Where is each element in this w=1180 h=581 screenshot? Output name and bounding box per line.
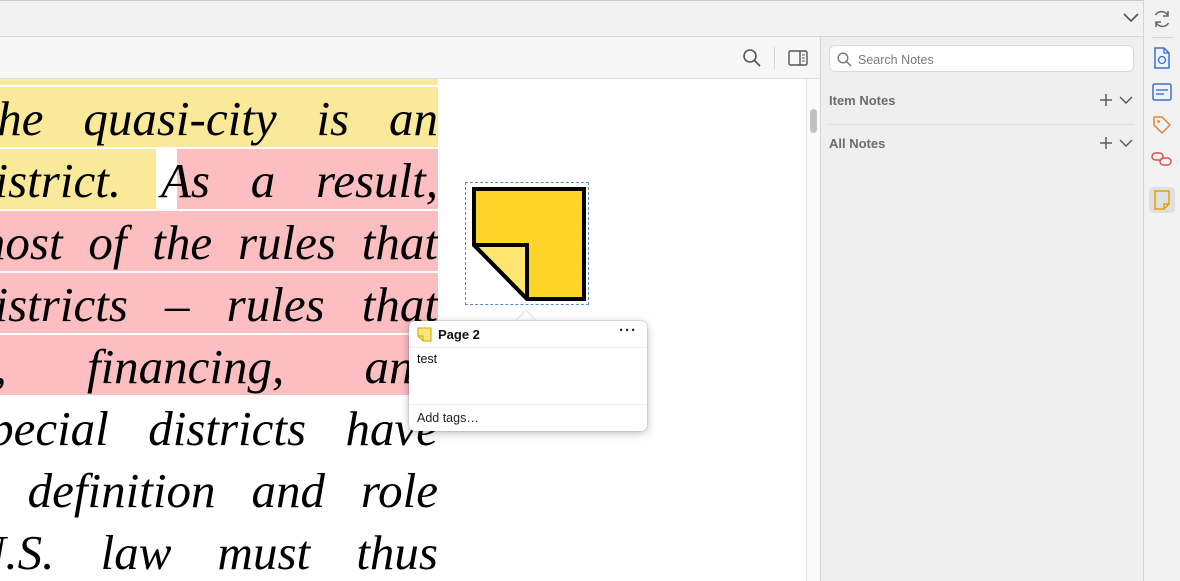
pdf-view[interactable]: The quasi-city is an district. As a resu… <box>0 79 806 581</box>
find-button[interactable] <box>739 46 765 70</box>
page-text-line: U.S. law must thus <box>0 525 438 580</box>
page-text-line: The quasi-city is an <box>0 91 438 146</box>
search-icon <box>743 49 761 67</box>
tags-button[interactable] <box>1149 112 1175 138</box>
window-edge <box>0 0 1143 1</box>
abstract-icon <box>1152 83 1172 101</box>
tab-bar <box>0 0 1143 37</box>
note-annotation[interactable] <box>465 182 589 305</box>
popup-page-label: Page 2 <box>438 327 480 342</box>
related-button[interactable] <box>1149 146 1175 172</box>
vertical-scrollbar[interactable] <box>806 79 820 581</box>
add-note-icon[interactable] <box>1097 91 1115 109</box>
popup-footer: Add tags… <box>409 404 647 432</box>
add-tags-link[interactable]: Add tags… <box>417 411 479 425</box>
section-divider <box>829 124 1134 125</box>
annotation-popup: Page 2 ··· test Add tags… <box>409 321 647 431</box>
search-notes-input[interactable] <box>856 50 1130 70</box>
yellow-highlight[interactable] <box>0 79 438 85</box>
info-icon <box>1154 47 1170 69</box>
sticky-note-icon <box>472 187 586 301</box>
abstract-button[interactable] <box>1149 79 1175 105</box>
popup-header: Page 2 ··· <box>409 321 647 348</box>
page-text-line: special districts have <box>0 401 438 456</box>
related-icon <box>1151 152 1172 166</box>
notes-pane: Item Notes All Notes <box>820 37 1143 581</box>
search-icon <box>837 52 852 67</box>
page-text-line: n, financing, and <box>0 339 438 394</box>
notes-button[interactable] <box>1149 187 1175 213</box>
toolbar-divider <box>774 47 775 69</box>
page-text-line: most of the rules that <box>0 215 438 270</box>
toggle-context-pane-button[interactable] <box>785 46 811 70</box>
scrollbar-thumb[interactable] <box>810 109 817 133</box>
sync-icon <box>1154 10 1170 28</box>
page-text-line: e definition and role <box>0 463 438 518</box>
note-comment-text[interactable]: test <box>417 352 437 366</box>
pdf-page[interactable]: The quasi-city is an district. As a resu… <box>0 79 438 581</box>
add-note-icon[interactable] <box>1097 134 1115 152</box>
chevron-down-icon[interactable] <box>1117 134 1135 152</box>
note-icon <box>417 327 432 342</box>
sidebar-toggle-icon <box>788 50 808 66</box>
reader-toolbar <box>0 37 820 79</box>
chevron-down-icon <box>1123 13 1139 23</box>
section-title: All Notes <box>829 136 886 151</box>
chevron-down-icon[interactable] <box>1117 91 1135 109</box>
sidenav-rail <box>1143 0 1180 581</box>
info-button[interactable] <box>1149 45 1175 71</box>
notes-icon <box>1154 190 1170 210</box>
item-notes-section[interactable]: Item Notes <box>829 90 1134 114</box>
rail-divider <box>1152 37 1173 38</box>
tabs-menu-button[interactable] <box>1119 6 1143 30</box>
section-title: Item Notes <box>829 93 896 108</box>
page-text-line: district. As a result, <box>0 153 438 208</box>
sync-button[interactable] <box>1149 6 1175 32</box>
all-notes-section[interactable]: All Notes <box>829 133 1134 157</box>
page-text-line: districts – rules that <box>0 277 438 332</box>
tag-icon <box>1153 116 1171 134</box>
more-options-button[interactable]: ··· <box>619 322 637 339</box>
notes-search-box[interactable] <box>829 45 1134 72</box>
